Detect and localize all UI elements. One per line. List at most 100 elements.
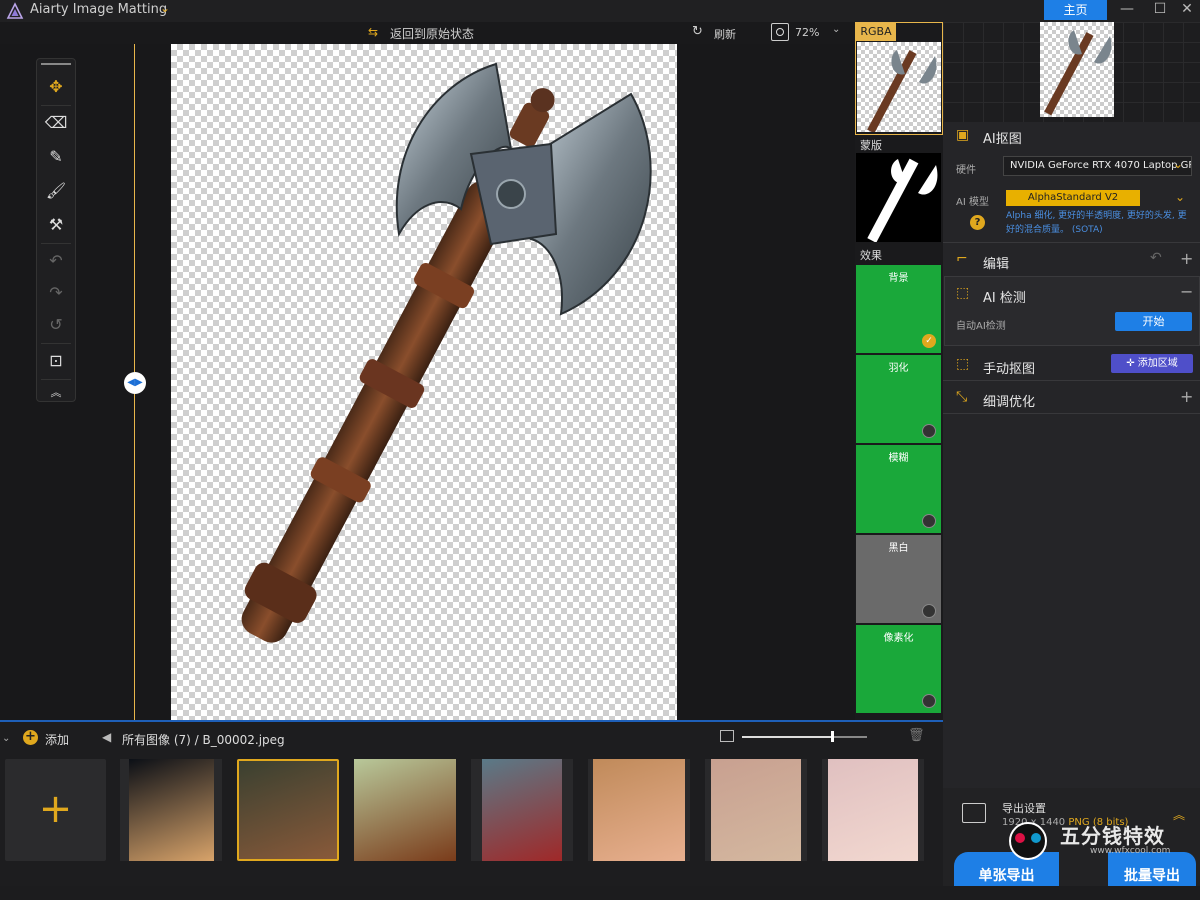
brush-icon[interactable]: ✎ xyxy=(37,143,75,171)
app-title: Aiarty Image Matting xyxy=(30,2,168,17)
thumbnail-image xyxy=(828,759,918,861)
add-region-label: 添加区域 xyxy=(1137,358,1178,369)
gallery-thumbnail-jellyfish[interactable] xyxy=(120,759,222,861)
panel-grip[interactable] xyxy=(41,63,71,65)
expand-plus-icon[interactable]: + xyxy=(1180,387,1193,406)
axe-image xyxy=(241,62,652,643)
separator xyxy=(41,343,71,344)
compare-handle-icon[interactable]: ◀▶ xyxy=(124,372,146,394)
mask-label: 蒙版 xyxy=(860,139,882,152)
help-icon[interactable]: ? xyxy=(970,215,985,230)
refine-title[interactable]: 细调优化 xyxy=(983,391,1035,410)
revert-button[interactable]: 返回到原始状态 xyxy=(390,25,474,42)
home-button[interactable]: 主页 xyxy=(1044,0,1107,20)
effect-pixelate[interactable]: 像素化 xyxy=(856,625,941,713)
minimize-icon[interactable]: — xyxy=(1112,0,1142,20)
maximize-icon[interactable]: ☐ xyxy=(1145,0,1175,20)
watermark-logo-icon xyxy=(1009,822,1047,860)
gallery-thumbnail-woman-pink-roses[interactable] xyxy=(705,759,807,861)
add-icon[interactable]: + xyxy=(23,730,38,745)
collapse-up-icon[interactable]: ︽ xyxy=(37,379,75,407)
radio-icon xyxy=(922,604,936,618)
fit-icon[interactable]: ⊡ xyxy=(37,347,75,375)
expand-plus-icon[interactable]: + xyxy=(1180,249,1193,268)
chevron-down-icon[interactable]: ⌄ xyxy=(160,1,170,15)
tool-panel: ✥ ⌫ ✎ 🖌 ⚒ ↶ ↷ ↺ ⊡ ︽ xyxy=(36,58,76,402)
effect-label: 像素化 xyxy=(883,633,914,644)
app-logo-icon xyxy=(6,2,24,19)
paint-brush-icon[interactable]: 🖌 xyxy=(37,177,75,205)
slider-fill xyxy=(742,736,832,738)
auto-detect-label: 自动AI检测 xyxy=(956,321,1006,332)
ai-detect-icon: ⬚ xyxy=(956,285,970,301)
effect-blur[interactable]: 模糊 xyxy=(856,445,941,533)
slider-handle[interactable] xyxy=(831,731,834,742)
hardware-label: 硬件 xyxy=(956,165,976,176)
collapse-minus-icon[interactable]: − xyxy=(1180,282,1193,301)
canvas-margin xyxy=(677,44,855,720)
mask-thumbnail[interactable] xyxy=(856,153,941,243)
settings-panel xyxy=(943,22,1200,886)
add-image-tile[interactable]: + xyxy=(5,759,106,861)
title-bar xyxy=(0,0,1200,22)
undo-icon[interactable]: ↶ xyxy=(1150,250,1162,266)
navigator-thumbnail[interactable] xyxy=(1040,22,1114,117)
trash-icon[interactable]: 🗑 xyxy=(908,728,925,743)
zoom-icon[interactable] xyxy=(771,23,789,41)
close-icon[interactable]: ✕ xyxy=(1172,0,1200,20)
add-region-button[interactable]: ✛ 添加区域 xyxy=(1111,354,1193,373)
ai-detect-title[interactable]: AI 检测 xyxy=(983,287,1026,306)
zoom-level[interactable]: 72% xyxy=(795,26,819,39)
refresh-icon[interactable]: ↻ xyxy=(692,24,703,39)
gallery-thumbnail-woman-pink-flowers[interactable] xyxy=(822,759,924,861)
manual-matting-icon: ⬚ xyxy=(956,356,970,372)
back-arrow-icon[interactable]: ◀ xyxy=(102,730,111,744)
effects-label: 效果 xyxy=(860,249,882,262)
redo-icon[interactable]: ↷ xyxy=(37,279,75,307)
refine-icon: ⤡ xyxy=(956,389,968,405)
divider xyxy=(943,380,1200,381)
chevron-down-icon[interactable]: ⌄ xyxy=(1173,157,1183,171)
refresh-button[interactable]: 刷新 xyxy=(714,26,736,42)
rgba-thumbnail[interactable] xyxy=(857,42,941,134)
gallery-thumbnail-axe[interactable] xyxy=(237,759,339,861)
move-tool-icon[interactable]: ✥ xyxy=(37,73,75,101)
manual-matting-title[interactable]: 手动抠图 xyxy=(983,358,1035,377)
crosshair-icon: ✛ xyxy=(1126,358,1138,369)
hardware-select[interactable]: NVIDIA GeForce RTX 4070 Laptop GPU xyxy=(1003,156,1192,176)
image-canvas[interactable] xyxy=(171,44,677,720)
effect-label: 模糊 xyxy=(888,453,909,464)
effect-label: 黑白 xyxy=(888,543,909,554)
check-icon: ✓ xyxy=(922,334,936,348)
gallery-thumbnail-woman-red-dress[interactable] xyxy=(471,759,573,861)
effect-grayscale[interactable]: 黑白 xyxy=(856,535,941,623)
export-settings-icon[interactable] xyxy=(962,803,986,823)
batch-export-button[interactable]: 批量导出 xyxy=(1108,852,1196,886)
effect-background[interactable]: 背景 ✓ xyxy=(856,265,941,353)
thumbnail-image xyxy=(239,761,337,859)
undo-icon[interactable]: ↶ xyxy=(37,247,75,275)
radio-icon xyxy=(922,514,936,528)
revert-icon[interactable]: ⇆ xyxy=(368,25,378,39)
ai-matting-title: AI抠图 xyxy=(983,132,1022,147)
zoom-chevron-icon[interactable]: ⌄ xyxy=(832,24,840,35)
thumbnail-image xyxy=(354,759,456,861)
roller-icon[interactable]: ⚒ xyxy=(37,211,75,239)
watermark-url: www.wfxcool.com xyxy=(1090,846,1171,856)
gallery-thumbnail-bicycle[interactable] xyxy=(354,759,456,861)
collapse-chevron-icon[interactable]: ⌄ xyxy=(2,733,10,744)
edit-title[interactable]: 编辑 xyxy=(983,253,1009,272)
export-settings-title[interactable]: 导出设置 xyxy=(1002,800,1046,816)
eraser-icon[interactable]: ⌫ xyxy=(37,109,75,137)
chevron-down-icon[interactable]: ⌄ xyxy=(1175,190,1185,204)
effect-feather[interactable]: 羽化 xyxy=(856,355,941,443)
reset-icon[interactable]: ↺ xyxy=(37,311,75,339)
add-button[interactable]: 添加 xyxy=(45,731,69,748)
thumbnail-image xyxy=(593,759,685,861)
expand-up-icon[interactable]: ︽ xyxy=(1173,806,1185,823)
thumbnail-image xyxy=(128,759,214,861)
start-detect-button[interactable]: 开始 xyxy=(1115,312,1192,331)
separator xyxy=(41,105,71,106)
model-select[interactable]: AlphaStandard V2 xyxy=(1006,190,1140,206)
gallery-thumbnail-woman-flowers[interactable] xyxy=(588,759,690,861)
